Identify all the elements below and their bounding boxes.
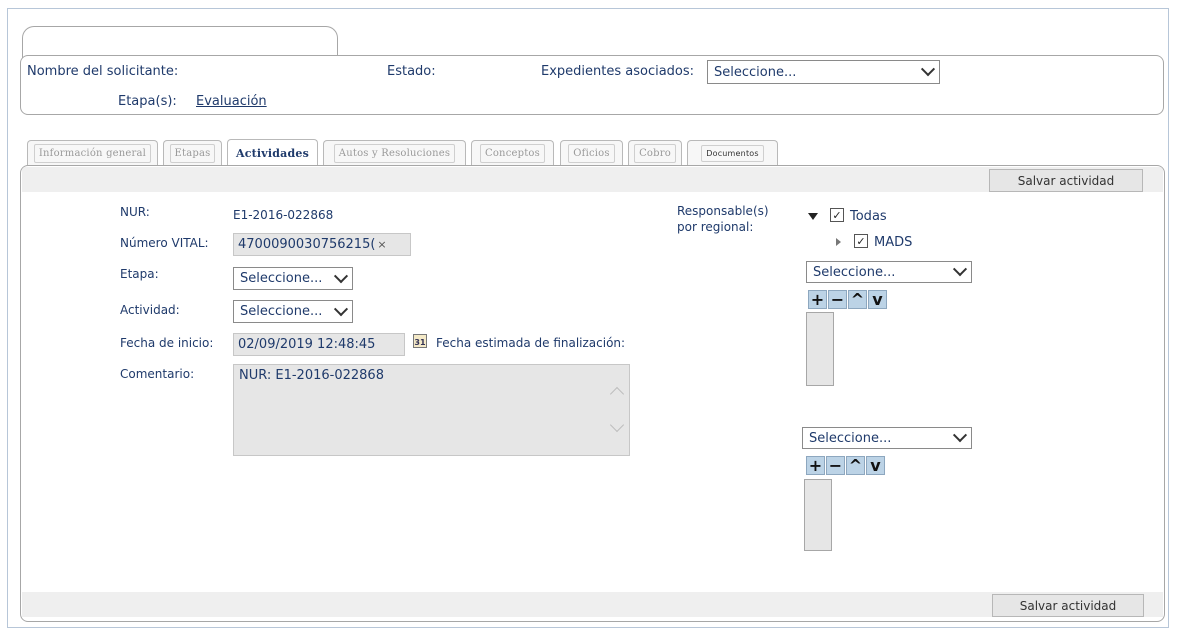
chevron-down-icon (920, 62, 936, 77)
tab-label: Documentos (701, 144, 764, 162)
responsable-select-1[interactable]: Seleccione... (806, 261, 972, 283)
add-button-1[interactable]: + (808, 290, 827, 309)
solicitante-label: Nombre del solicitante: (27, 64, 179, 79)
expedientes-label: Expedientes asociados: (541, 64, 695, 79)
tree-expand-icon[interactable] (836, 238, 841, 246)
remove-button-2[interactable]: − (826, 456, 845, 475)
move-down-button-1[interactable]: v (868, 290, 887, 309)
etapa-select[interactable]: Seleccione... (233, 267, 353, 290)
nur-value: E1-2016-022868 (233, 208, 334, 222)
actividad-label: Actividad: (120, 303, 180, 317)
fecha-fin-label: Fecha estimada de finalización: (436, 336, 626, 350)
tab-actividades[interactable]: Actividades (227, 139, 318, 166)
vital-input[interactable]: 4700090030756215( × (233, 233, 411, 256)
chevron-down-icon (952, 428, 968, 443)
mads-checkbox[interactable]: ✓ (854, 234, 868, 248)
save-activity-button-top[interactable]: Salvar actividad (989, 169, 1143, 192)
add-button-2[interactable]: + (806, 456, 825, 475)
remove-button-1[interactable]: − (828, 290, 847, 309)
etapa-label: Etapa: (120, 267, 159, 281)
comentario-textarea[interactable]: NUR: E1-2016-022868 (233, 364, 630, 456)
move-up-button-2[interactable]: ^ (846, 456, 865, 475)
responsable-select-1-value: Seleccione... (813, 264, 896, 280)
responsable-listbox-2[interactable] (804, 479, 832, 551)
etapas-label: Etapa(s): (118, 94, 177, 109)
todas-checkbox[interactable]: ✓ (830, 208, 844, 222)
tree-collapse-icon[interactable] (808, 213, 818, 220)
tab-label: Etapas (169, 143, 216, 163)
vital-label: Número VITAL: (120, 236, 209, 250)
chevron-down-icon (952, 262, 968, 277)
expedientes-select-value: Seleccione... (714, 64, 797, 80)
fecha-inicio-input[interactable]: 02/09/2019 12:48:45 (233, 333, 405, 356)
expedientes-select[interactable]: Seleccione... (707, 60, 940, 84)
save-activity-button-bottom[interactable]: Salvar actividad (992, 594, 1144, 617)
responsables-label-line1: Responsable(s) (677, 204, 769, 218)
tab-etapas[interactable]: Etapas (163, 140, 222, 165)
etapa-evaluacion-link[interactable]: Evaluación (196, 94, 267, 109)
responsable-select-2-value: Seleccione... (809, 430, 892, 446)
clear-icon[interactable]: × (377, 238, 386, 251)
tab-documentos[interactable]: Documentos (687, 140, 778, 165)
tab-oficios[interactable]: Oficios (560, 140, 623, 165)
vital-input-value: 4700090030756215( (238, 237, 376, 252)
comentario-label: Comentario: (120, 367, 195, 381)
tab-label: Oficios (568, 143, 615, 163)
etapa-select-value: Seleccione... (240, 271, 323, 286)
tab-conceptos[interactable]: Conceptos (471, 140, 554, 165)
responsables-label-line2: por regional: (677, 220, 754, 234)
responsable-select-2[interactable]: Seleccione... (802, 427, 972, 449)
chevron-down-icon (333, 301, 349, 316)
tab-cobro[interactable]: Cobro (628, 140, 682, 165)
move-down-button-2[interactable]: v (866, 456, 885, 475)
fecha-inicio-label: Fecha de inicio: (120, 336, 214, 350)
calendar-icon[interactable]: 31 (413, 334, 427, 348)
estado-label: Estado: (387, 64, 436, 79)
mads-label: MADS (874, 235, 913, 250)
todas-label: Todas (850, 209, 887, 224)
tab-label: Cobro (634, 143, 676, 163)
tab-informacion-general[interactable]: Información general (27, 140, 158, 165)
tab-label: Autos y Resoluciones (333, 143, 456, 163)
responsable-listbox-1[interactable] (806, 312, 834, 386)
chevron-down-icon (333, 268, 349, 283)
actividad-select[interactable]: Seleccione... (233, 300, 353, 323)
actividad-select-value: Seleccione... (240, 304, 323, 319)
tab-autos-resoluciones[interactable]: Autos y Resoluciones (323, 140, 466, 165)
tab-label: Información general (33, 143, 152, 163)
tab-label: Actividades (236, 146, 309, 160)
nur-label: NUR: (120, 205, 150, 219)
tab-label: Conceptos (479, 143, 545, 163)
move-up-button-1[interactable]: ^ (848, 290, 867, 309)
